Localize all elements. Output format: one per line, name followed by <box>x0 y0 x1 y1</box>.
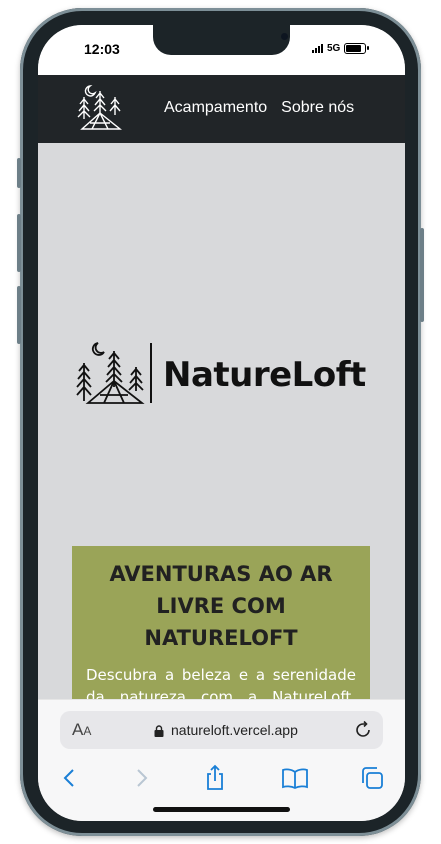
aa-small: A <box>83 724 92 738</box>
promo-title: AVENTURAS AO AR LIVRE COM NATURELOFT <box>109 562 333 650</box>
lock-icon <box>154 725 164 737</box>
power-button <box>420 228 424 322</box>
tabs-icon[interactable] <box>358 764 386 792</box>
hero-logo: NatureLoft <box>76 341 376 409</box>
front-camera <box>281 33 288 40</box>
battery-icon <box>344 42 367 54</box>
share-icon[interactable] <box>201 764 229 792</box>
volume-down-button <box>17 286 21 344</box>
address-bar[interactable]: AA natureloft.vercel.app <box>60 711 383 749</box>
signal-icon <box>312 43 323 53</box>
aa-large: A <box>72 720 84 739</box>
bookmarks-icon[interactable] <box>281 764 309 792</box>
url-text[interactable]: natureloft.vercel.app <box>171 722 298 738</box>
status-icons: 5G <box>312 42 370 54</box>
site-header: Acampamento Sobre nós <box>38 75 405 143</box>
screen: 12:03 5G Acampamento Sobre nós NatureLof… <box>38 25 405 821</box>
silent-switch <box>17 158 21 188</box>
safari-toolbar <box>38 764 405 794</box>
camping-logo-icon[interactable] <box>76 83 124 133</box>
camping-logo-icon <box>76 342 145 404</box>
nav-link-acampamento[interactable]: Acampamento <box>164 99 267 117</box>
hero-brand-name: NatureLoft <box>163 355 366 395</box>
back-icon[interactable] <box>56 764 84 792</box>
status-bar: 12:03 5G <box>38 25 405 75</box>
volume-up-button <box>17 214 21 272</box>
dynamic-island <box>153 25 290 55</box>
nav-link-sobre-nos[interactable]: Sobre nós <box>281 99 354 117</box>
hero-divider <box>150 343 152 403</box>
reload-icon[interactable] <box>353 720 373 740</box>
nav-links: Acampamento Sobre nós <box>164 99 354 117</box>
home-indicator <box>153 807 290 812</box>
forward-icon[interactable] <box>127 764 155 792</box>
battery-tip <box>367 46 370 50</box>
text-size-button[interactable]: AA <box>72 721 91 740</box>
network-label: 5G <box>327 42 341 54</box>
status-time: 12:03 <box>84 41 120 57</box>
safari-bottom-bar: AA natureloft.vercel.app <box>38 699 405 821</box>
